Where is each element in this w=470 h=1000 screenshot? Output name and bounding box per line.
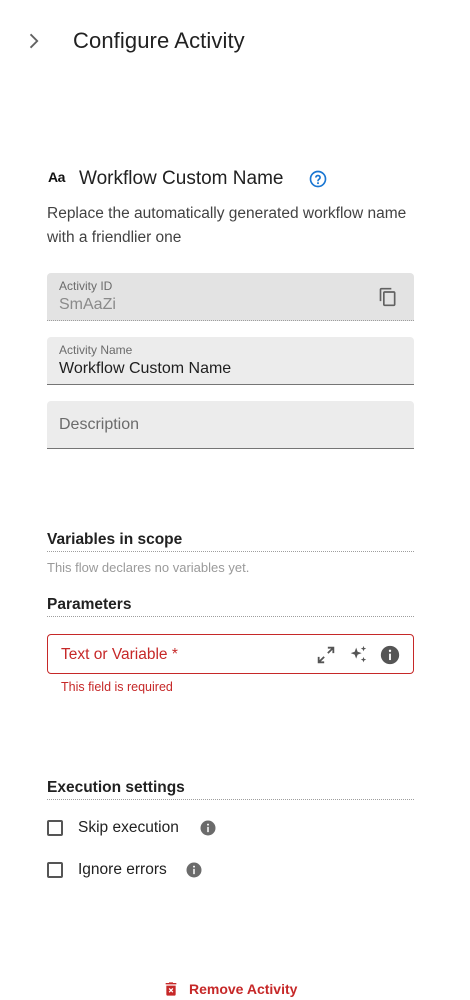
ignore-errors-checkbox[interactable] — [47, 862, 63, 878]
trash-icon — [165, 982, 177, 996]
info-icon[interactable] — [185, 861, 203, 879]
remove-activity-label: Remove Activity — [189, 981, 298, 997]
activity-id-field: Activity ID SmAaZi — [47, 273, 414, 321]
remove-activity-button[interactable]: Remove Activity — [163, 980, 297, 998]
section-title: Workflow Custom Name — [79, 168, 284, 189]
text-format-icon: Aa — [48, 169, 65, 185]
ignore-errors-option[interactable]: Ignore errors — [47, 861, 203, 879]
parameters-title: Parameters — [47, 596, 414, 617]
text-or-variable-input[interactable]: Text or Variable * — [47, 634, 414, 674]
section-description: Replace the automatically generated work… — [47, 205, 407, 246]
help-circle-icon[interactable] — [308, 169, 328, 189]
activity-id-value: SmAaZi — [59, 296, 116, 313]
execution-settings-title: Execution settings — [47, 779, 414, 800]
skip-execution-option[interactable]: Skip execution — [47, 819, 217, 837]
chevron-right-icon[interactable] — [22, 30, 44, 52]
info-icon[interactable] — [199, 819, 217, 837]
description-placeholder: Description — [59, 416, 140, 433]
variables-empty-text: This flow declares no variables yet. — [47, 560, 250, 575]
skip-execution-label[interactable]: Skip execution — [78, 819, 179, 837]
page-title: Configure Activity — [73, 28, 245, 53]
copy-icon[interactable] — [378, 287, 398, 307]
text-or-variable-placeholder: Text or Variable * — [61, 646, 178, 663]
variables-title: Variables in scope — [47, 531, 414, 552]
description-field[interactable]: Description — [47, 401, 414, 449]
activity-id-label: Activity ID — [59, 279, 113, 293]
activity-name-field[interactable]: Activity Name Workflow Custom Name — [47, 337, 414, 385]
activity-name-label: Activity Name — [59, 343, 133, 357]
activity-name-value[interactable]: Workflow Custom Name — [59, 360, 231, 378]
expand-icon[interactable] — [315, 644, 337, 666]
text-or-variable-error: This field is required — [61, 680, 173, 694]
skip-execution-checkbox[interactable] — [47, 820, 63, 836]
sparkles-icon[interactable] — [347, 644, 369, 666]
info-icon[interactable] — [379, 644, 401, 666]
ignore-errors-label[interactable]: Ignore errors — [78, 861, 167, 879]
